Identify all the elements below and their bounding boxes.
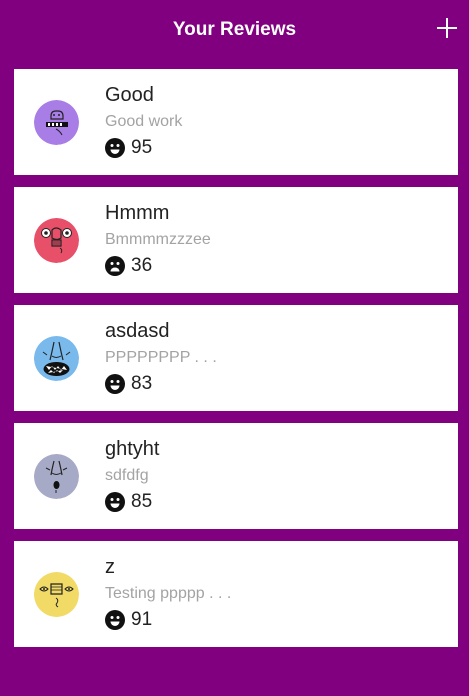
review-card[interactable]: z Testing ppppp . . . 91 <box>14 541 458 647</box>
review-card[interactable]: Hmmm Bmmmmzzzee 36 <box>14 187 458 293</box>
review-title: asdasd <box>105 320 170 342</box>
review-card[interactable]: asdasd PPPPPPPP . . . 83 <box>14 305 458 411</box>
review-list: Good Good work 95 Hmmm Bmmmmzzzee 36 asd… <box>14 69 458 659</box>
review-subtitle: Good work <box>105 113 183 130</box>
monster-avatar-icon <box>34 572 79 617</box>
app-header: Your Reviews <box>0 0 469 60</box>
monster-avatar-icon <box>34 336 79 381</box>
review-subtitle: Bmmmmzzzee <box>105 231 211 248</box>
happy-face-icon <box>105 374 125 394</box>
review-title: ghtyht <box>105 438 160 460</box>
review-subtitle: sdfdfg <box>105 467 149 484</box>
review-title: Good <box>105 84 154 106</box>
review-score: 91 <box>131 609 153 630</box>
happy-face-icon <box>105 610 125 630</box>
score-row: 95 <box>105 137 152 159</box>
review-score: 83 <box>131 373 153 394</box>
avatar <box>34 572 79 617</box>
page-title: Your Reviews <box>172 19 297 40</box>
happy-face-icon <box>105 492 125 512</box>
review-title: Hmmm <box>105 202 170 224</box>
review-card[interactable]: ghtyht sdfdfg 85 <box>14 423 458 529</box>
review-subtitle: PPPPPPPP . . . <box>105 349 217 366</box>
happy-face-icon <box>105 138 125 158</box>
review-score: 95 <box>131 137 153 158</box>
monster-avatar-icon <box>34 454 79 499</box>
review-subtitle: Testing ppppp . . . <box>105 585 232 602</box>
plus-icon <box>437 18 457 38</box>
review-score: 36 <box>131 255 153 276</box>
avatar <box>34 100 79 145</box>
review-score: 85 <box>131 491 153 512</box>
score-row: 91 <box>105 609 152 631</box>
add-review-button[interactable] <box>435 16 459 40</box>
avatar <box>34 454 79 499</box>
monster-avatar-icon <box>34 100 79 145</box>
score-row: 36 <box>105 255 152 277</box>
review-card[interactable]: Good Good work 95 <box>14 69 458 175</box>
avatar <box>34 218 79 263</box>
monster-avatar-icon <box>34 218 79 263</box>
review-title: z <box>105 556 115 578</box>
avatar <box>34 336 79 381</box>
sad-face-icon <box>105 256 125 276</box>
score-row: 83 <box>105 373 152 395</box>
score-row: 85 <box>105 491 152 513</box>
